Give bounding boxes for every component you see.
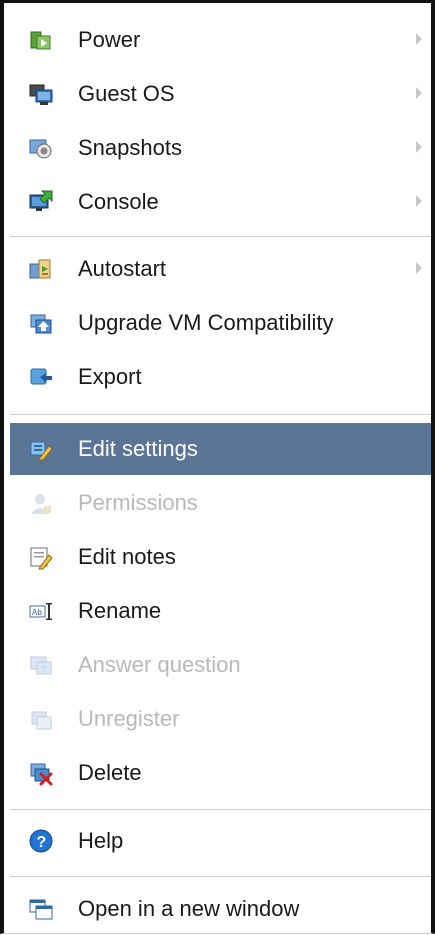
power-icon — [28, 27, 54, 53]
edit-settings-icon — [28, 436, 54, 462]
menu-item-delete[interactable]: Delete — [4, 747, 431, 799]
snapshots-icon — [28, 135, 54, 161]
menu-item-label: Unregister — [78, 706, 180, 731]
guest-os-icon — [28, 81, 54, 107]
menu-item-label: Export — [78, 364, 142, 389]
submenu-arrow-icon — [416, 87, 422, 99]
delete-icon — [28, 760, 54, 786]
menu-separator — [10, 414, 431, 415]
menu-item-label: Upgrade VM Compatibility — [78, 310, 334, 335]
help-icon: ? — [28, 828, 54, 854]
menu-item-label: Edit settings — [78, 436, 198, 461]
menu-item-help[interactable]: ? Help — [4, 815, 431, 867]
submenu-arrow-icon — [416, 195, 422, 207]
submenu-arrow-icon — [416, 262, 422, 274]
menu-item-unregister[interactable]: Unregister — [4, 693, 431, 745]
menu-item-console[interactable]: Console — [4, 176, 431, 228]
open-new-window-icon — [28, 896, 54, 922]
menu-item-rename[interactable]: Ab Rename — [4, 585, 431, 637]
menu-item-power[interactable]: Power — [4, 14, 431, 66]
menu-item-autostart[interactable]: Autostart — [4, 243, 431, 295]
menu-item-label: Console — [78, 189, 159, 214]
upgrade-icon — [28, 310, 54, 336]
menu-item-edit-settings[interactable]: Edit settings — [10, 423, 431, 475]
autostart-icon — [28, 256, 54, 282]
menu-item-label: Answer question — [78, 652, 241, 677]
answer-question-icon: ? — [28, 652, 54, 678]
menu-item-label: Delete — [78, 760, 142, 785]
menu-separator — [10, 236, 431, 237]
menu-item-label: Permissions — [78, 490, 198, 515]
context-menu: Power Guest OS Snapshots Console Autosta… — [0, 0, 435, 934]
menu-item-guest-os[interactable]: Guest OS — [4, 68, 431, 120]
svg-text:?: ? — [37, 834, 47, 851]
menu-item-label: Autostart — [78, 256, 167, 281]
menu-separator — [10, 876, 431, 877]
menu-item-label: Power — [78, 27, 141, 52]
submenu-arrow-icon — [416, 141, 422, 153]
menu-item-upgrade-vm-compatibility[interactable]: Upgrade VM Compatibility — [4, 297, 431, 349]
svg-text:?: ? — [41, 664, 46, 674]
export-icon — [28, 364, 54, 390]
menu-item-label: Open in a new window — [78, 896, 300, 921]
menu-item-open-in-new-window[interactable]: Open in a new window — [4, 883, 431, 935]
menu-item-label: Guest OS — [78, 81, 175, 106]
menu-item-answer-question[interactable]: ? Answer question — [4, 639, 431, 691]
menu-item-export[interactable]: Export — [4, 351, 431, 403]
menu-item-label: Rename — [78, 598, 162, 623]
menu-item-permissions[interactable]: Permissions — [4, 477, 431, 529]
unregister-icon — [28, 706, 54, 732]
menu-separator — [10, 809, 431, 810]
menu-item-snapshots[interactable]: Snapshots — [4, 122, 431, 174]
submenu-arrow-icon — [416, 33, 422, 45]
edit-notes-icon — [28, 544, 54, 570]
rename-icon: Ab — [28, 598, 54, 624]
menu-item-label: Edit notes — [78, 544, 176, 569]
menu-item-edit-notes[interactable]: Edit notes — [4, 531, 431, 583]
menu-item-label: Snapshots — [78, 135, 182, 160]
console-icon — [28, 189, 54, 215]
svg-text:Ab: Ab — [32, 608, 42, 617]
menu-item-label: Help — [78, 828, 124, 853]
permissions-icon — [28, 490, 54, 516]
